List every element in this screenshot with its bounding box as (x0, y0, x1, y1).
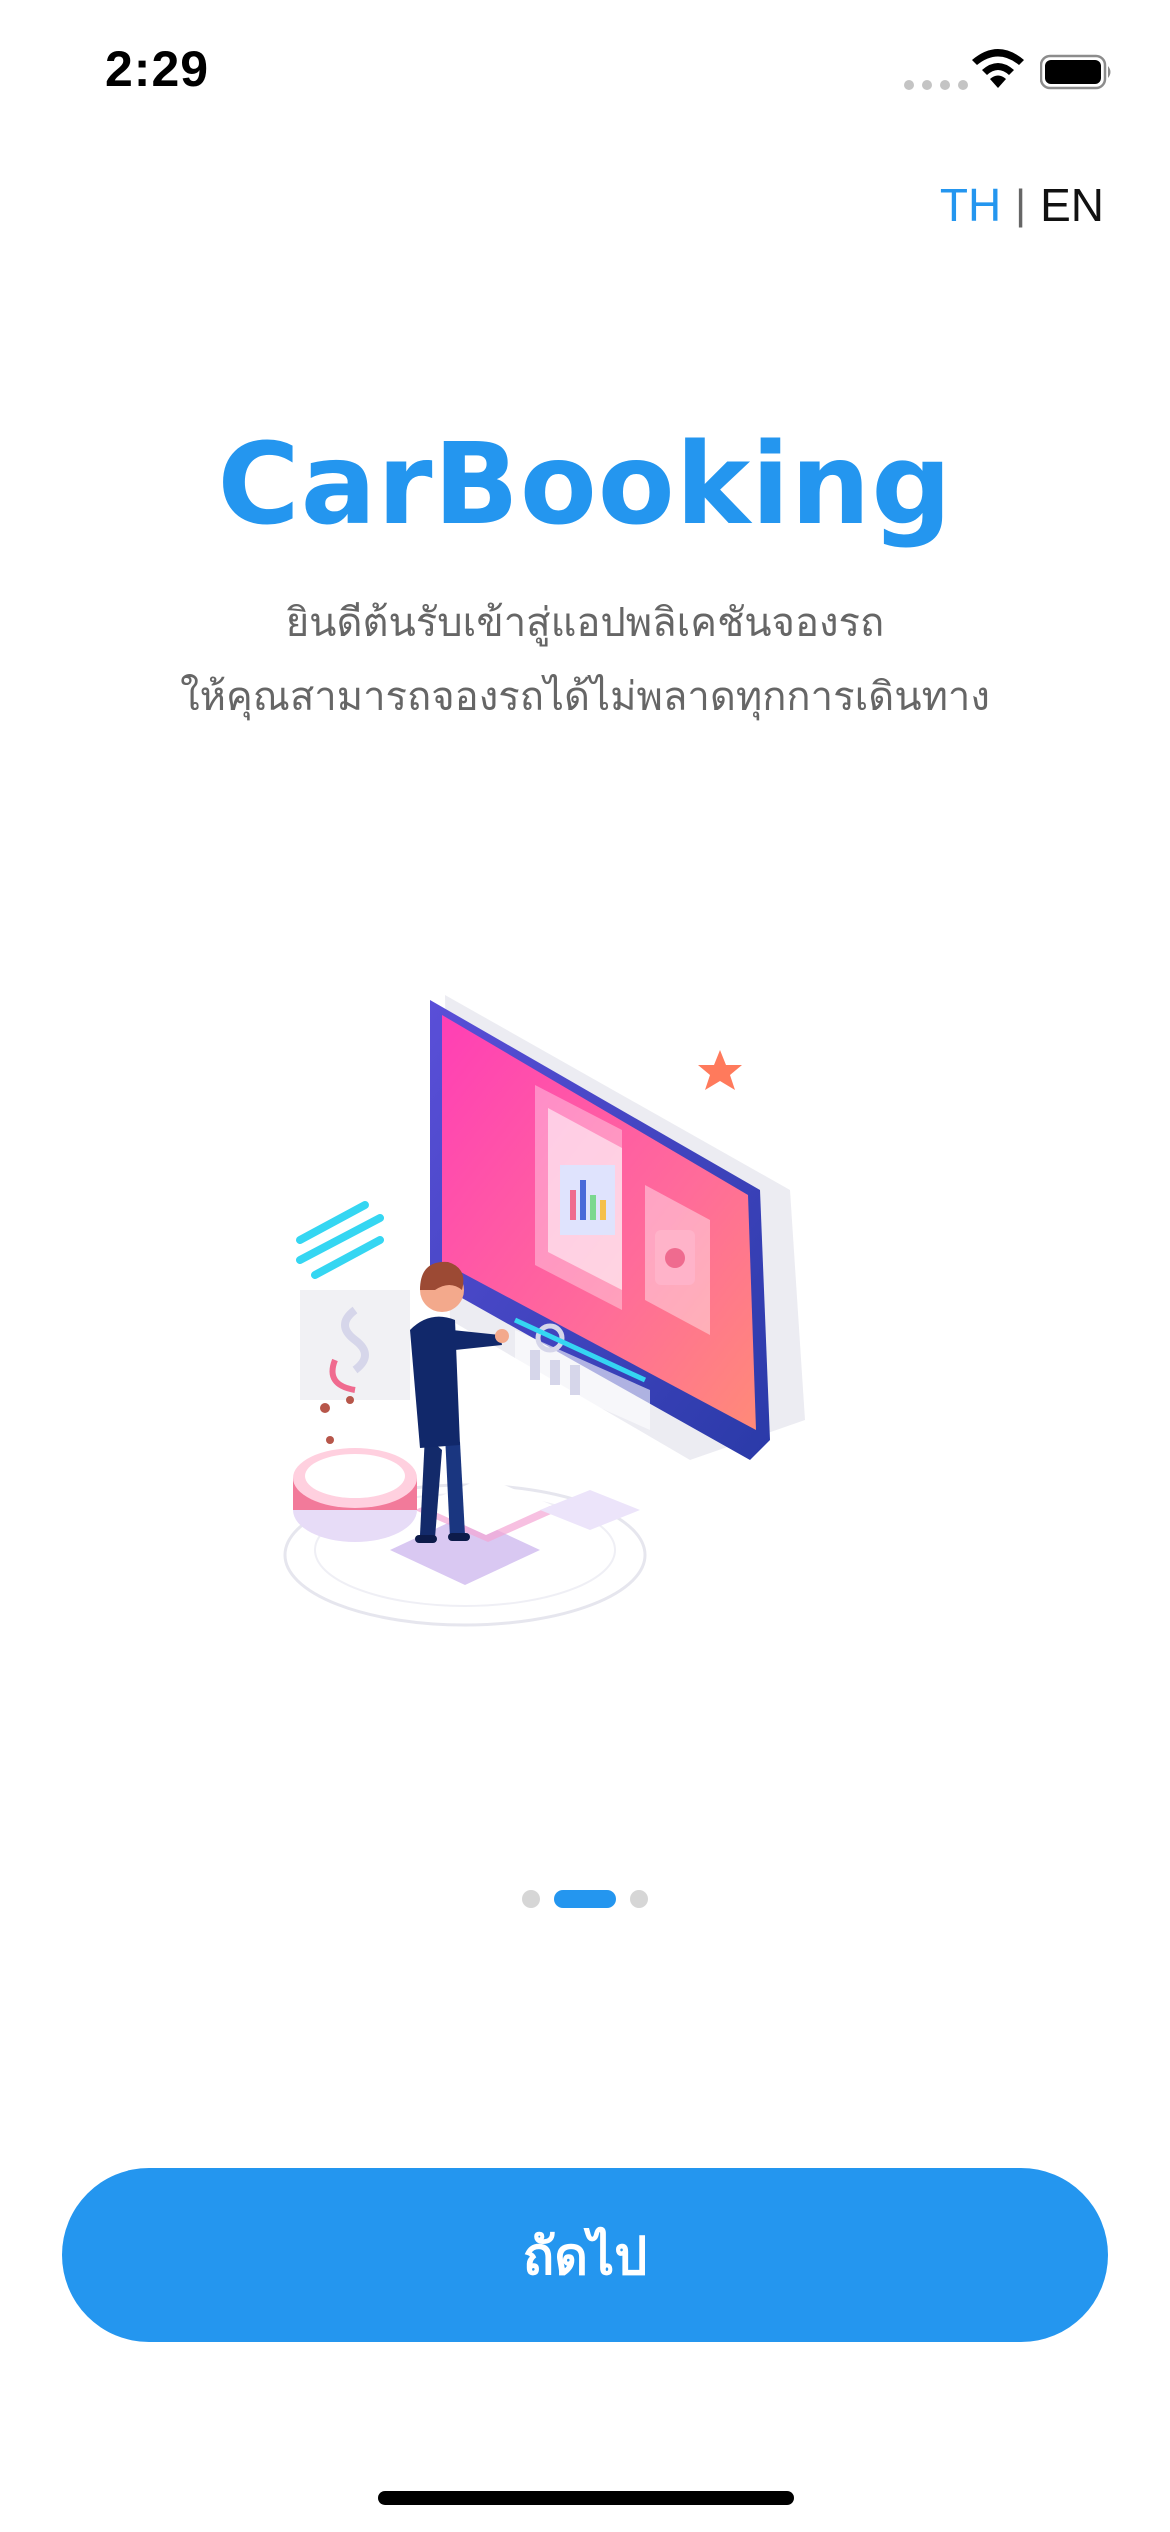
cellular-signal-icon (904, 80, 968, 90)
page-dot-3[interactable] (630, 1890, 648, 1908)
language-th-button[interactable]: TH (940, 178, 1001, 232)
language-switch: TH | EN (940, 178, 1104, 232)
battery-icon (1040, 54, 1111, 90)
wifi-icon (972, 49, 1024, 88)
status-time: 2:29 (105, 41, 210, 97)
language-en-button[interactable]: EN (1040, 178, 1104, 232)
subtitle-line-2: ให้คุณสามารถจองรถได้ไม่พลาดทุกการเดินทาง (180, 674, 990, 720)
app-title: CarBooking (217, 420, 953, 550)
language-separator: | (1015, 181, 1027, 228)
page-dot-2-active[interactable] (554, 1890, 616, 1908)
page-indicator (0, 1890, 1170, 1908)
next-button[interactable]: ถัดไป (62, 2168, 1108, 2342)
person-presenting-screen-illustration (283, 995, 805, 1627)
page-dot-1[interactable] (522, 1890, 540, 1908)
home-indicator[interactable] (378, 2491, 794, 2505)
onboarding-subtitle: ยินดีต้นรับเข้าสู่แอปพลิเคชันจองรถ ให้คุ… (0, 586, 1170, 734)
subtitle-line-1: ยินดีต้นรับเข้าสู่แอปพลิเคชันจองรถ (285, 600, 885, 646)
status-bar: 2:29 (0, 0, 1170, 140)
